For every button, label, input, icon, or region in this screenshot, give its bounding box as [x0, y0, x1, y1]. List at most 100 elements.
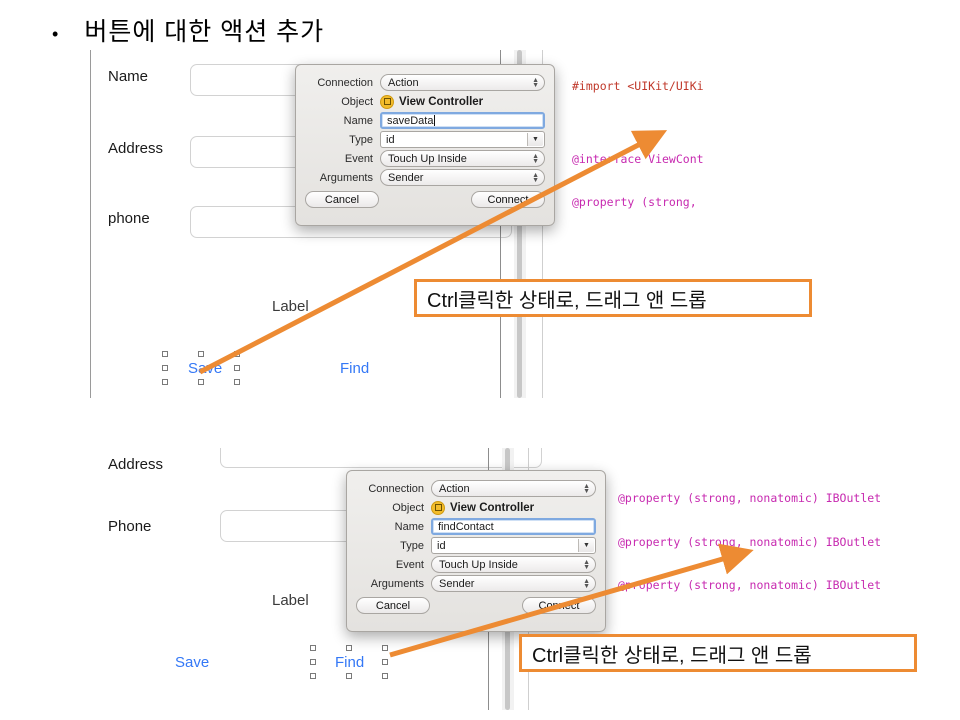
- selection-handle[interactable]: [162, 365, 168, 371]
- row-label: Arguments: [319, 171, 373, 184]
- selection-handle[interactable]: [382, 645, 388, 651]
- selection-handle[interactable]: [234, 351, 240, 357]
- callout-top-text: Ctrl클릭한 상태로, 드래그 앤 드롭: [427, 289, 707, 312]
- selection-handle[interactable]: [310, 645, 316, 651]
- popover-row-connection[interactable]: Connection Action ▲ ▼: [305, 73, 545, 92]
- stepper-icon[interactable]: ▲ ▼: [532, 77, 539, 89]
- popover-row-name[interactable]: Name findContact: [356, 517, 596, 536]
- page-title: 버튼에 대한 액션 추가: [84, 18, 325, 46]
- arguments-value: Sender: [388, 171, 424, 184]
- view-controller-icon: [380, 94, 394, 109]
- ib-label-text: Label: [272, 298, 309, 315]
- ib-button-save[interactable]: Save: [175, 654, 209, 671]
- selection-handle[interactable]: [198, 379, 204, 385]
- stepper-icon[interactable]: ▲ ▼: [583, 559, 590, 571]
- selection-handle[interactable]: [234, 365, 240, 371]
- connection-select[interactable]: Action ▲ ▼: [431, 480, 596, 497]
- type-combobox[interactable]: id ▼: [431, 537, 596, 554]
- stepper-icon[interactable]: ▲ ▼: [532, 153, 539, 165]
- row-label: Connection: [368, 482, 424, 495]
- popover-row-arguments[interactable]: Arguments Sender ▲ ▼: [356, 574, 596, 593]
- action-name-input[interactable]: findContact: [431, 518, 596, 535]
- popover-buttons: Cancel Connect: [356, 597, 596, 614]
- chevron-down-icon[interactable]: ▼: [578, 539, 594, 552]
- object-value-group: View Controller: [431, 500, 535, 515]
- form-label-name: Name: [108, 68, 149, 85]
- code-line: @property (strong, nonatomic) IBOutlet: [618, 578, 889, 592]
- code-line: @interface ViewCont: [572, 151, 704, 166]
- popover-row-type[interactable]: Type id ▼: [305, 130, 545, 149]
- text-caret: [434, 115, 436, 126]
- row-label: Name: [343, 114, 373, 127]
- type-combobox[interactable]: id ▼: [380, 131, 545, 148]
- selection-handle[interactable]: [382, 659, 388, 665]
- connection-select[interactable]: Action ▲ ▼: [380, 74, 545, 91]
- selection-handle[interactable]: [198, 351, 204, 357]
- popover-row-arguments[interactable]: Arguments Sender ▲ ▼: [305, 168, 545, 187]
- ib-button-save[interactable]: Save: [188, 360, 222, 377]
- selection-handle[interactable]: [310, 673, 316, 679]
- cancel-button[interactable]: Cancel: [356, 597, 430, 614]
- object-value: View Controller: [450, 501, 535, 514]
- chevron-down-icon[interactable]: ▼: [527, 133, 543, 146]
- arguments-select[interactable]: Sender ▲ ▼: [431, 575, 596, 592]
- ib-label-text: Label: [272, 592, 309, 609]
- type-value: id: [437, 539, 446, 552]
- action-name-input[interactable]: saveData: [380, 112, 545, 129]
- selection-handle[interactable]: [234, 379, 240, 385]
- selection-handle[interactable]: [346, 673, 352, 679]
- event-select[interactable]: Touch Up Inside ▲ ▼: [380, 150, 545, 167]
- connection-value: Action: [439, 482, 470, 495]
- action-name-value: findContact: [438, 520, 494, 533]
- action-name-value: saveData: [387, 114, 434, 127]
- callout-bottom: Ctrl클릭한 상태로, 드래그 앤 드롭: [519, 634, 917, 672]
- callout-bottom-text: Ctrl클릭한 상태로, 드래그 앤 드롭: [532, 644, 812, 667]
- connect-button[interactable]: Connect: [471, 191, 545, 208]
- form-label-phone: Phone: [108, 518, 152, 535]
- popover-row-type[interactable]: Type id ▼: [356, 536, 596, 555]
- address-field[interactable]: [220, 448, 542, 468]
- callout-top: Ctrl클릭한 상태로, 드래그 앤 드롭: [414, 279, 812, 317]
- ib-button-find[interactable]: Find: [335, 654, 364, 671]
- popover-row-event[interactable]: Event Touch Up Inside ▲ ▼: [305, 149, 545, 168]
- row-label: Arguments: [370, 577, 424, 590]
- cancel-button[interactable]: Cancel: [305, 191, 379, 208]
- row-label: Connection: [317, 76, 373, 89]
- event-select[interactable]: Touch Up Inside ▲ ▼: [431, 556, 596, 573]
- top-screenshot: Name Address phone Label Save Find › #im…: [90, 50, 960, 405]
- code-editor-bottom[interactable]: @property (strong, nonatomic) IBOutlet @…: [618, 462, 958, 597]
- code-line: @property (strong,: [572, 195, 697, 209]
- connection-popover-bottom[interactable]: Connection Action ▲ ▼ Object View Control…: [346, 470, 620, 632]
- selection-handle[interactable]: [310, 659, 316, 665]
- row-label: Type: [349, 133, 373, 146]
- code-line: @property (strong, nonatomic) IBOutlet: [618, 534, 889, 549]
- canvas-left-edge: [90, 50, 91, 398]
- view-controller-icon: [431, 500, 445, 515]
- code-line: @property (strong, nonatomic) IBOutlet: [618, 491, 889, 505]
- stepper-icon[interactable]: ▲ ▼: [583, 578, 590, 590]
- popover-row-event[interactable]: Event Touch Up Inside ▲ ▼: [356, 555, 596, 574]
- form-label-phone: phone: [108, 210, 150, 227]
- selection-handle[interactable]: [162, 351, 168, 357]
- popover-row-connection[interactable]: Connection Action ▲ ▼: [356, 479, 596, 498]
- stepper-icon[interactable]: ▲ ▼: [583, 483, 590, 495]
- selection-handle[interactable]: [162, 379, 168, 385]
- ib-button-find[interactable]: Find: [340, 360, 369, 377]
- arguments-select[interactable]: Sender ▲ ▼: [380, 169, 545, 186]
- connect-button[interactable]: Connect: [522, 597, 596, 614]
- selection-handle[interactable]: [346, 645, 352, 651]
- row-label: Name: [394, 520, 424, 533]
- connection-popover-top[interactable]: Connection Action ▲ ▼ Object View Control…: [295, 64, 569, 226]
- stepper-icon[interactable]: ▲ ▼: [532, 172, 539, 184]
- form-label-address: Address: [108, 140, 164, 157]
- selection-handle[interactable]: [382, 673, 388, 679]
- code-editor-top[interactable]: #import <UIKit/UIKi @interface ViewCont …: [572, 50, 720, 210]
- slide-title: • 버튼에 대한 액션 추가: [52, 12, 324, 48]
- popover-row-object: Object View Controller: [356, 498, 596, 517]
- event-value: Touch Up Inside: [388, 152, 467, 165]
- event-value: Touch Up Inside: [439, 558, 518, 571]
- bullet-marker: •: [52, 24, 59, 44]
- row-label: Event: [395, 558, 424, 571]
- row-label: Object: [392, 501, 424, 514]
- popover-row-name[interactable]: Name saveData: [305, 111, 545, 130]
